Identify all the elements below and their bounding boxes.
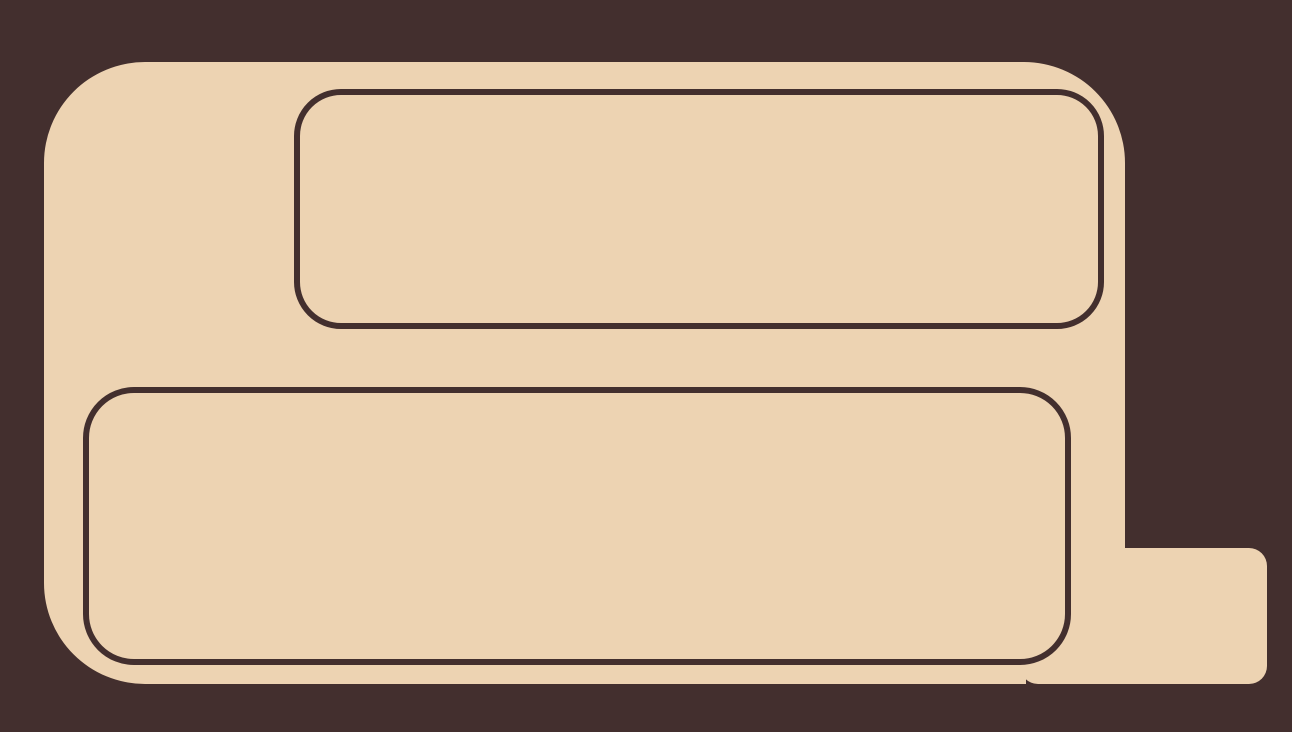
dialog-screen [0, 0, 1292, 732]
upper-panel-frame [294, 89, 1104, 329]
dialog-canvas [0, 0, 1292, 732]
upper-panel [294, 89, 1104, 329]
lower-panel-frame [83, 387, 1071, 665]
lower-panel [83, 387, 1071, 665]
